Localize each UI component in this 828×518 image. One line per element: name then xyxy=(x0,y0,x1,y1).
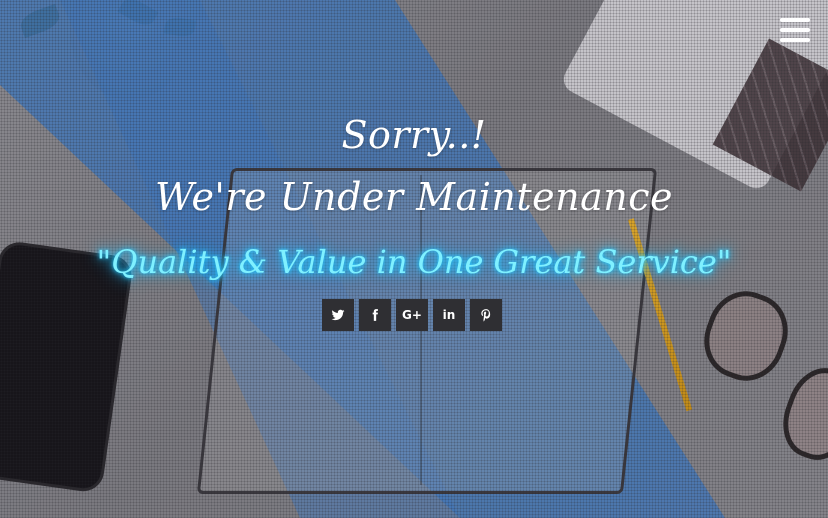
facebook-button[interactable] xyxy=(359,299,391,331)
menu-bar xyxy=(780,28,810,32)
maintenance-headline: Sorry..! We're Under Maintenance xyxy=(0,104,828,228)
maintenance-page: Sorry..! We're Under Maintenance "Qualit… xyxy=(0,0,828,518)
tagline: "Quality & Value in One Great Service" xyxy=(96,243,732,281)
headline-sorry: Sorry..! xyxy=(341,113,487,157)
menu-bar xyxy=(780,18,810,22)
linkedin-button[interactable]: in xyxy=(433,299,465,331)
hamburger-menu-icon[interactable] xyxy=(780,18,810,44)
pinterest-button[interactable] xyxy=(470,299,502,331)
social-links: G+ in xyxy=(322,299,502,331)
twitter-button[interactable] xyxy=(322,299,354,331)
linkedin-icon: in xyxy=(442,308,456,322)
facebook-icon xyxy=(372,309,378,321)
google-plus-icon: G+ xyxy=(402,308,422,322)
pinterest-icon xyxy=(481,309,491,322)
menu-bar xyxy=(780,38,810,42)
google-plus-button[interactable]: G+ xyxy=(396,299,428,331)
twitter-icon xyxy=(331,309,345,321)
headline-under-maintenance: We're Under Maintenance xyxy=(154,175,673,219)
